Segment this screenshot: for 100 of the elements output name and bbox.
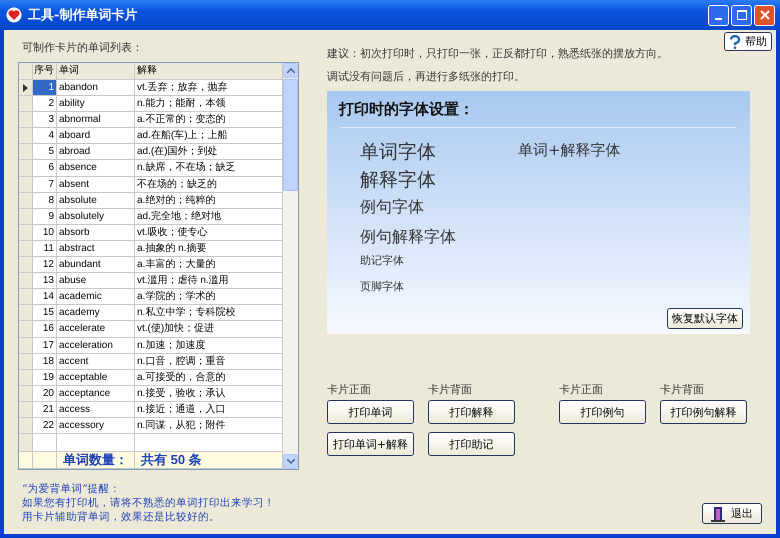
table-row[interactable]: 6 absence n.缺席，不在场；缺乏 [19,160,283,177]
table-cell: 14 [33,289,57,306]
print-button[interactable]: 打印解释 [428,400,515,424]
table-cell: acceptable [57,370,135,386]
print-button[interactable]: 打印单词 [327,400,414,424]
table-cell: abuse [57,273,135,290]
table-cell: n.加速；加速度 [135,338,283,354]
table-cell: n.能力；能耐，本领 [135,96,283,112]
table-cell: 8 [33,192,57,209]
table-row[interactable]: 14 academic a.学院的；学术的 [19,289,283,306]
row-header-cell[interactable] [19,128,33,144]
table-cell: 3 [33,112,57,128]
table-row[interactable]: 11 abstract a.抽象的 n.摘要 [19,240,283,258]
maximize-icon [736,10,746,20]
maximize-button[interactable] [731,4,752,26]
group-label: 卡片正面 [559,382,604,397]
table-row[interactable]: 7 absent 不在场的；缺乏的 [19,176,283,193]
list-label: 可制作卡片的单词列表： [22,40,144,55]
table-row[interactable]: 18 accent n.口音，腔调；重音 [19,354,283,370]
table-cell: abnormal [57,112,135,128]
row-header-cell[interactable] [19,305,33,322]
window-title: 工具-制作单词卡片 [28,7,138,24]
row-header-cell[interactable] [19,386,33,402]
row-header-cell [19,434,33,452]
print-button[interactable]: 打印例句解释 [660,400,747,424]
table-row[interactable]: 16 accelerate vt.(使)加快；促进 [19,321,283,338]
panel-title: 打印时的字体设置： [339,100,475,119]
column-header: 解释 [135,63,283,80]
font-option[interactable]: 单词+解释字体 [518,141,621,159]
row-header-cell[interactable] [19,418,33,434]
row-header-cell[interactable] [19,112,33,128]
row-header-cell[interactable] [19,80,33,96]
print-button[interactable]: 打印例句 [559,400,646,424]
table-cell: n.私立中学；专科院校 [135,305,283,322]
row-header-cell[interactable] [19,96,33,112]
font-option[interactable]: 单词字体 [360,138,518,166]
minimize-button[interactable] [708,4,729,26]
table-row[interactable]: 9 absolutely ad.完全地；绝对地 [19,208,283,225]
table-cell: 21 [33,402,57,418]
door-icon [711,506,725,522]
table-cell: a.抽象的 n.摘要 [135,240,283,258]
table-row[interactable]: 19 acceptable a.可接受的，合意的 [19,370,283,386]
print-button[interactable]: 打印助记 [428,432,515,456]
row-header-cell[interactable] [19,257,33,274]
row-header-cell[interactable] [19,144,33,160]
font-option[interactable]: 例句解释字体 [360,224,518,250]
row-header-cell[interactable] [19,289,33,306]
table-cell: abstract [57,240,135,258]
table-row[interactable]: 8 absolute a.绝对的；纯粹的 [19,192,283,209]
table-row[interactable]: 4 aboard ad.在船(车)上；上船 [19,128,283,144]
table-cell: n.同谋，从犯；附件 [135,418,283,434]
row-header-cell[interactable] [19,160,33,177]
help-button[interactable]: 帮助 [724,32,772,51]
row-header-cell[interactable] [19,338,33,354]
table-cell: a.学院的；学术的 [135,289,283,306]
table-cell: n.接近；通道，入口 [135,402,283,418]
close-icon [760,10,770,20]
row-header-cell[interactable] [19,402,33,418]
row-header-cell[interactable] [19,208,33,225]
table-cell: academic [57,289,135,306]
table-cell: 18 [33,354,57,370]
table-cell: abandon [57,80,135,96]
scrollbar[interactable] [283,63,298,469]
table-row[interactable]: 1 abandon vt.丢弃；放弃，抛弃 [19,80,283,96]
font-option[interactable]: 解释字体 [360,166,518,194]
row-header-cell[interactable] [19,224,33,241]
table-row[interactable]: 20 acceptance n.接受，验收；承认 [19,386,283,402]
table-row[interactable]: 17 acceleration n.加速；加速度 [19,338,283,354]
exit-button[interactable]: 退出 [702,503,762,524]
table-row[interactable]: 12 abundant a.丰富的；大量的 [19,257,283,274]
table-cell: ability [57,96,135,112]
print-button[interactable]: 打印单词+解释 [327,432,414,456]
row-header-cell[interactable] [19,176,33,193]
table-row[interactable]: 3 abnormal a.不正常的；变态的 [19,112,283,128]
table-row[interactable]: 5 abroad ad.(在)国外；到处 [19,144,283,160]
row-header-cell[interactable] [19,240,33,258]
tip-text: 用卡片辅助背单词，效果还是比较好的。 [22,510,221,524]
table-row[interactable]: 15 academy n.私立中学；专科院校 [19,305,283,322]
table-row[interactable]: 10 absorb vt.吸收；使专心 [19,224,283,241]
row-header-cell[interactable] [19,370,33,386]
table-cell: academy [57,305,135,322]
row-header-cell[interactable] [19,273,33,290]
row-header-cell[interactable] [19,354,33,370]
row-header-cell[interactable] [19,321,33,338]
table-cell: acceptance [57,386,135,402]
table-cell: ad.(在)国外；到处 [135,144,283,160]
table-row[interactable]: 2 ability n.能力；能耐，本领 [19,96,283,112]
font-option[interactable]: 助记字体 [360,250,518,272]
row-header-cell[interactable] [19,192,33,209]
close-button[interactable] [754,4,775,26]
table-cell: 4 [33,128,57,144]
reset-fonts-button[interactable]: 恢复默认字体 [667,308,743,329]
table-row[interactable]: 21 access n.接近；通道，入口 [19,402,283,418]
table-cell: absolute [57,192,135,209]
font-option[interactable]: 页脚字体 [360,276,518,298]
table-row[interactable]: 13 abuse vt.滥用；虐待 n.滥用 [19,273,283,290]
tip-title: “为爱背单词”提醒： [22,482,122,496]
table-cell: 6 [33,160,57,177]
table-row[interactable]: 22 accessory n.同谋，从犯；附件 [19,418,283,434]
font-option[interactable]: 例句字体 [360,194,518,220]
